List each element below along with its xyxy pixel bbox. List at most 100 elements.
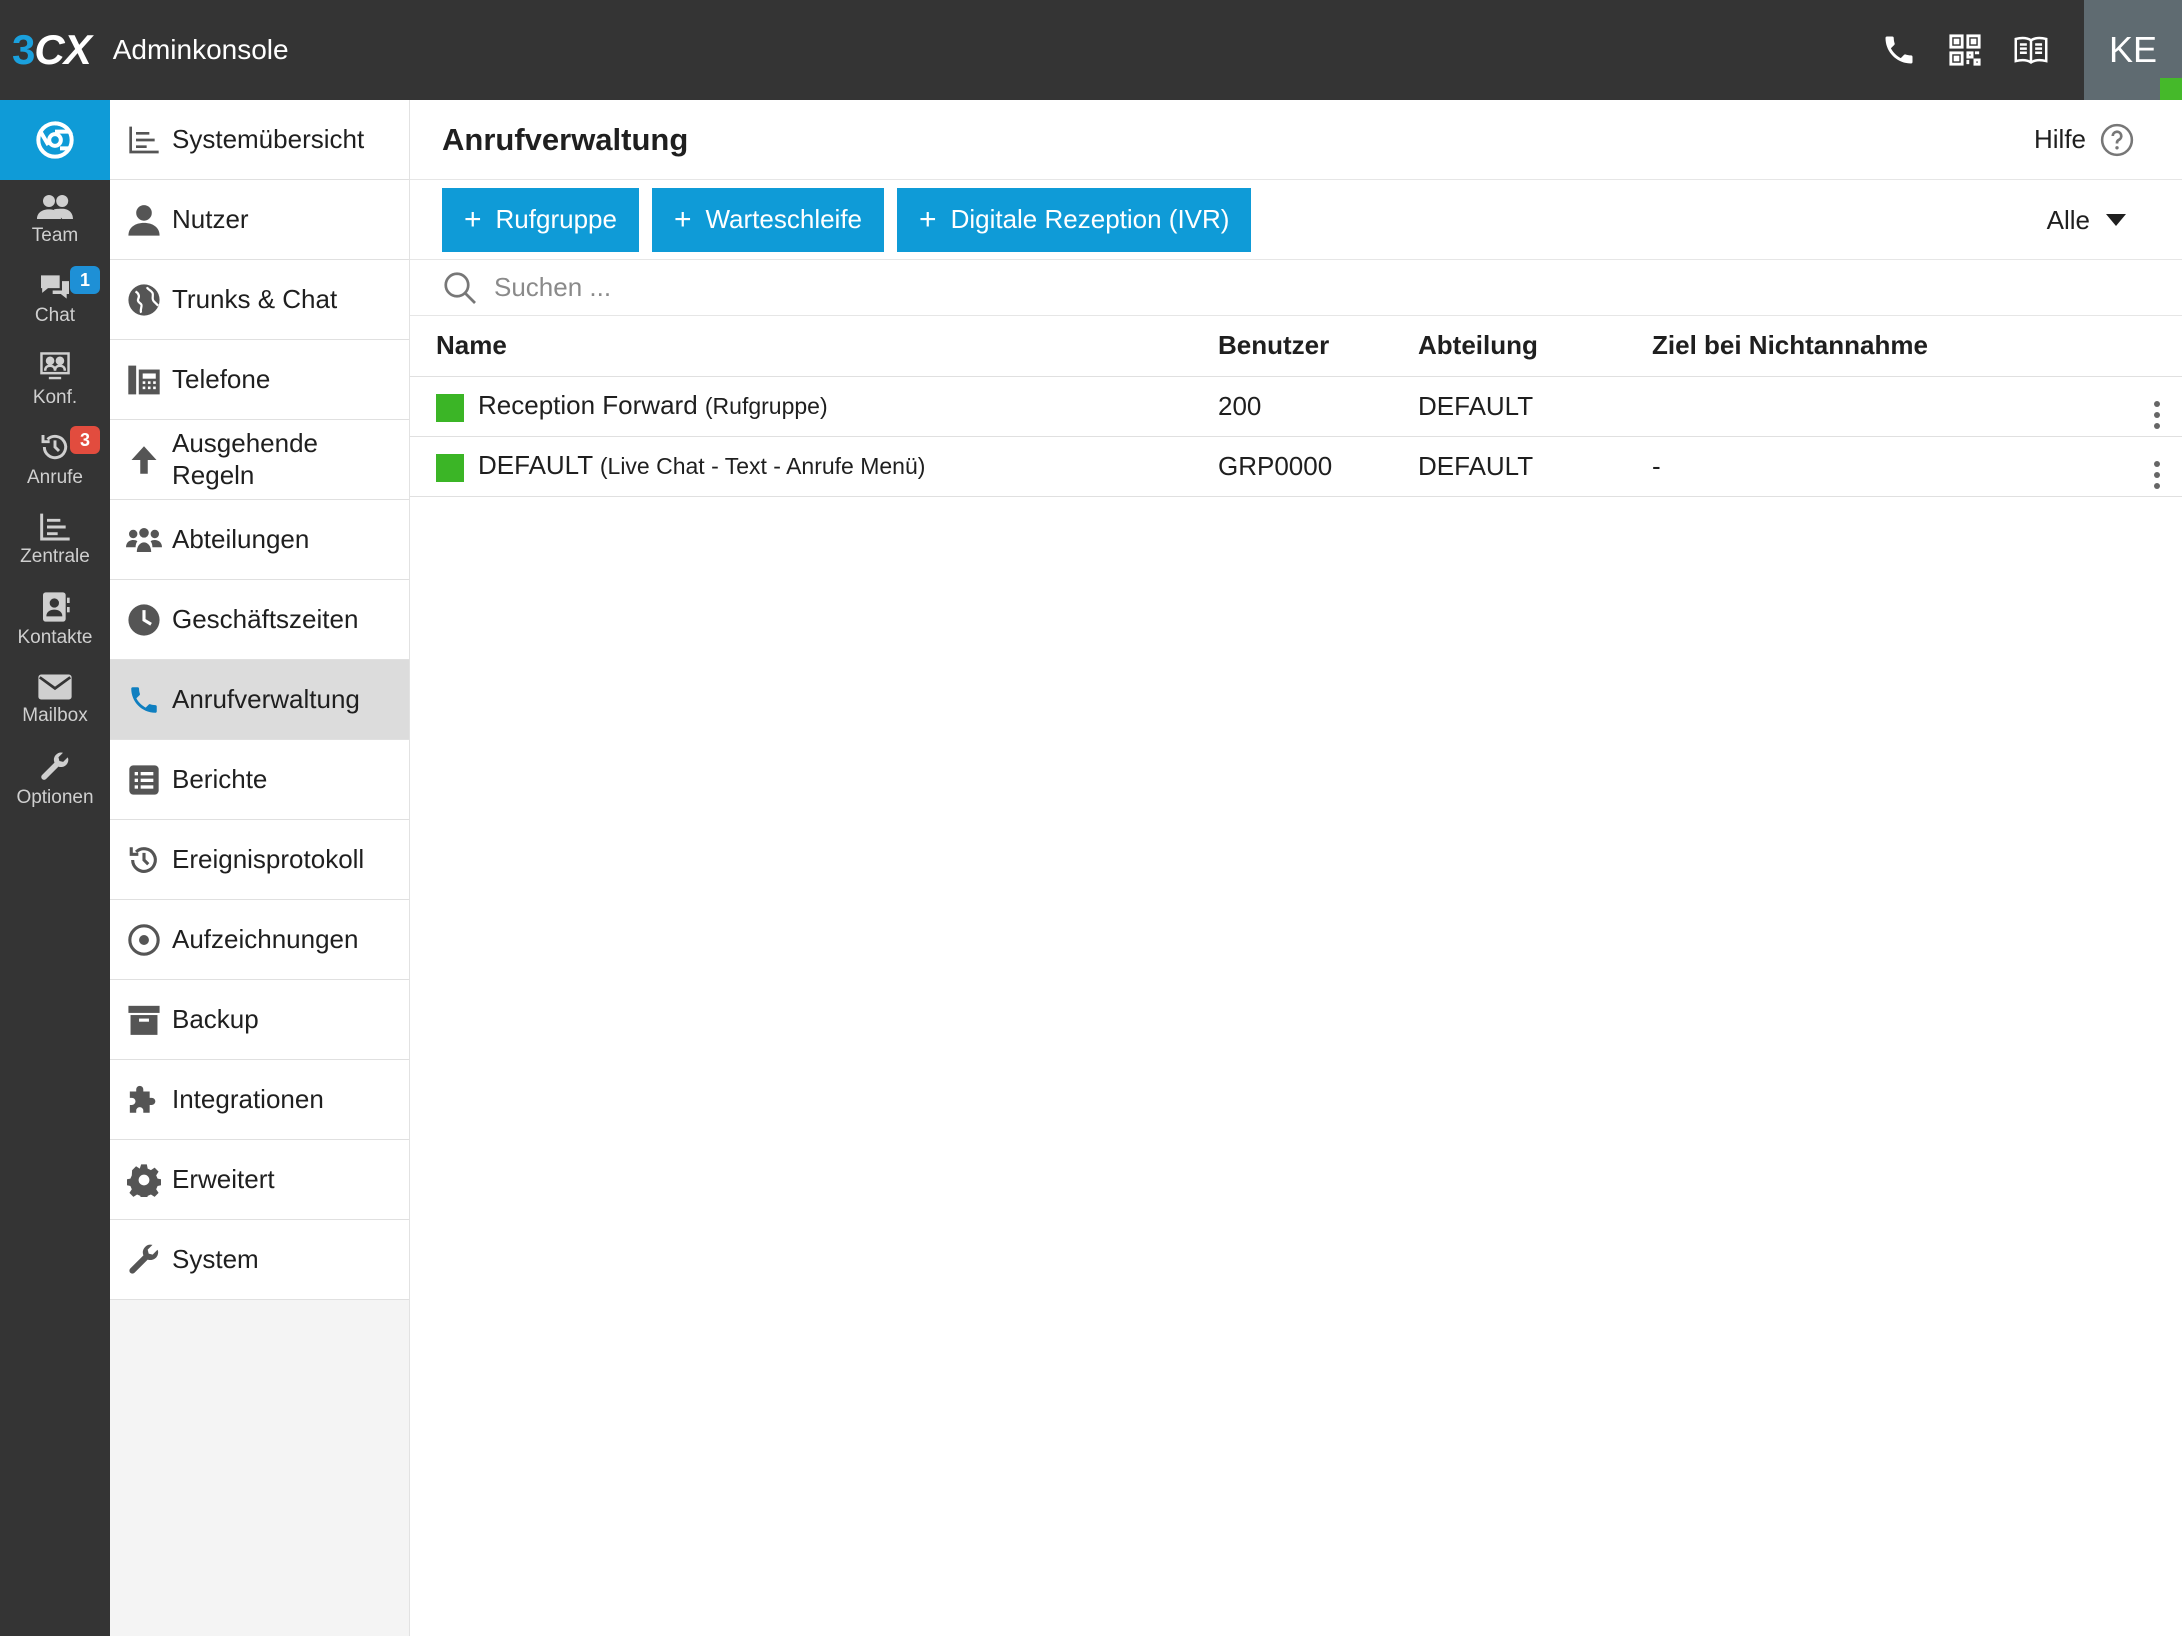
qr-code-icon[interactable] (1947, 32, 1983, 68)
puzzle-icon (129, 1085, 156, 1113)
gear-icon (127, 1163, 161, 1197)
wrench-icon (129, 1244, 159, 1274)
group-icon (126, 527, 162, 552)
rail-label: Konf. (32, 387, 78, 408)
rail-item-team[interactable]: Team (0, 180, 110, 260)
rail-label: Mailbox (22, 705, 88, 726)
phone-icon[interactable] (1881, 32, 1917, 68)
button-label: Digitale Rezeption (IVR) (950, 204, 1230, 234)
table-row[interactable]: DEFAULT (Live Chat - Text - Anrufe Menü)… (410, 436, 2182, 497)
row-name: Reception Forward (478, 390, 698, 421)
column-header-no-answer-destination[interactable]: Ziel bei Nichtannahme (1652, 316, 2132, 377)
nav-item-call-handling[interactable]: Anrufverwaltung (110, 660, 409, 740)
action-toolbar: + Rufgruppe + Warteschleife + Digitale R… (410, 180, 2182, 260)
table-header-row: Name Benutzer Abteilung Ziel bei Nichtan… (410, 316, 2182, 377)
rail-item-switchboard[interactable]: Zentrale (0, 500, 110, 580)
app-title: Adminkonsole (112, 34, 289, 65)
filter-value: Alle (2046, 204, 2090, 235)
cell-no-answer-destination (1652, 376, 2132, 437)
admin-console-home-button[interactable] (0, 100, 110, 180)
nav-item-label: Telefone (172, 363, 271, 394)
row-menu-button[interactable] (2132, 436, 2182, 497)
rail-label: Anrufe (27, 467, 83, 488)
3cx-logo[interactable]: 3 CX (12, 26, 92, 74)
rail-label: Zentrale (20, 546, 90, 567)
kebab-menu-icon (2154, 461, 2160, 489)
add-queue-button[interactable]: + Warteschleife (651, 187, 885, 252)
main-content: Anrufverwaltung Hilfe + Rufgruppe + Wart… (410, 100, 2182, 1636)
nav-item-label: Erweitert (172, 1163, 275, 1194)
nav-item-label: Integrationen (172, 1083, 324, 1114)
rail-item-calls[interactable]: Anrufe 3 (0, 420, 110, 500)
nav-item-label: Berichte (172, 763, 268, 794)
admin-sidebar-nav: Systemübersicht Nutzer Trunks & Chat Tel… (110, 100, 410, 1636)
rail-label: Optionen (16, 787, 94, 808)
cell-name: Reception Forward (Rufgruppe) (410, 376, 1218, 437)
history-icon (129, 846, 157, 873)
nav-item-event-log[interactable]: Ereignisprotokoll (110, 820, 409, 900)
table-row[interactable]: Reception Forward (Rufgruppe) 200 DEFAUL… (410, 376, 2182, 437)
nav-item-label: Geschäftszeiten (172, 603, 359, 634)
nav-item-phones[interactable]: Telefone (110, 340, 409, 420)
nav-item-reports[interactable]: Berichte (110, 740, 409, 820)
nav-item-label: Backup (172, 1003, 259, 1034)
column-header-department[interactable]: Abteilung (1418, 316, 1652, 377)
globe-icon (128, 283, 160, 316)
rail-label: Team (31, 225, 79, 246)
nav-item-label: Systemübersicht (172, 123, 365, 154)
call-handling-table: Name Benutzer Abteilung Ziel bei Nichtan… (410, 316, 2182, 497)
caret-down-icon (2106, 214, 2126, 226)
nav-item-label: Ereignisprotokoll (172, 843, 365, 874)
rail-item-conference[interactable]: Konf. (0, 340, 110, 420)
status-indicator (436, 453, 464, 482)
search-input[interactable] (494, 272, 1094, 303)
add-ivr-button[interactable]: + Digitale Rezeption (IVR) (897, 187, 1252, 252)
nav-item-advanced[interactable]: Erweitert (110, 1140, 409, 1220)
help-label: Hilfe (2033, 124, 2086, 154)
cell-name: DEFAULT (Live Chat - Text - Anrufe Menü) (410, 436, 1218, 497)
cell-department: DEFAULT (1418, 436, 1652, 497)
nav-item-backup[interactable]: Backup (110, 980, 409, 1060)
nav-item-trunks-chat[interactable]: Trunks & Chat (110, 260, 409, 340)
type-filter-dropdown[interactable]: Alle (2047, 180, 2126, 260)
nav-item-integrations[interactable]: Integrationen (110, 1060, 409, 1140)
manual-book-icon[interactable] (2013, 32, 2049, 68)
app-rail: Team Chat 1 Konf. Anrufe 3 Zentrale Kont… (0, 100, 110, 1636)
row-menu-button[interactable] (2132, 376, 2182, 437)
calls-missed-badge: 3 (70, 426, 100, 454)
rail-item-contacts[interactable]: Kontakte (0, 580, 110, 660)
logo-letters: CX (34, 26, 91, 73)
nav-item-office-hours[interactable]: Geschäftszeiten (110, 580, 409, 660)
rail-item-chat[interactable]: Chat 1 (0, 260, 110, 340)
rail-item-options[interactable]: Optionen (0, 740, 110, 820)
top-bar: 3 CX Adminkonsole KE (0, 0, 2182, 100)
call-history-icon (41, 434, 68, 460)
rail-label: Kontakte (17, 627, 93, 648)
user-avatar[interactable]: KE (2084, 0, 2182, 100)
chat-icon (41, 275, 69, 299)
column-header-user[interactable]: Benutzer (1218, 316, 1418, 377)
options-wrench-icon (41, 752, 69, 780)
nav-item-recordings[interactable]: Aufzeichnungen (110, 900, 409, 980)
nav-item-label: Nutzer (172, 203, 249, 234)
nav-item-users[interactable]: Nutzer (110, 180, 409, 260)
button-label: Rufgruppe (495, 204, 617, 234)
column-header-name[interactable]: Name (410, 316, 1218, 377)
plus-icon: + (919, 202, 937, 236)
nav-item-outbound-rules[interactable]: Ausgehende Regeln (110, 420, 409, 500)
row-type: (Rufgruppe) (704, 393, 828, 420)
page-header: Anrufverwaltung Hilfe (410, 100, 2182, 180)
rail-item-mailbox[interactable]: Mailbox (0, 660, 110, 740)
nav-item-departments[interactable]: Abteilungen (110, 500, 409, 580)
kebab-menu-icon (2154, 401, 2160, 429)
row-type: (Live Chat - Text - Anrufe Menü) (599, 453, 926, 480)
help-link[interactable]: Hilfe (2034, 123, 2134, 157)
online-status-indicator (2160, 78, 2182, 100)
archive-box-icon (128, 1005, 160, 1035)
dashboard-icon (129, 126, 159, 153)
nav-item-system-overview[interactable]: Systemübersicht (110, 100, 409, 180)
mailbox-icon (38, 674, 72, 700)
nav-item-system[interactable]: System (110, 1220, 409, 1300)
add-ring-group-button[interactable]: + Rufgruppe (442, 187, 639, 252)
column-header-actions (2132, 316, 2182, 377)
